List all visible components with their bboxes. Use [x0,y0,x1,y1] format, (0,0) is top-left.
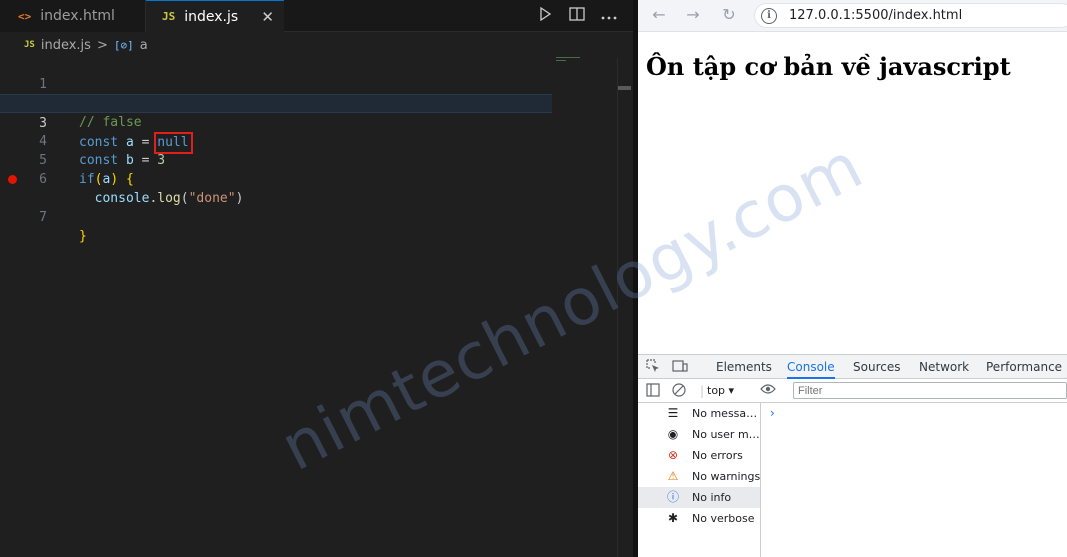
warning-icon: ⚠ [667,469,679,483]
sidebar-item-errors[interactable]: ⊗ No errors [638,445,760,466]
tab-sources[interactable]: Sources [853,355,900,379]
breakpoint-icon[interactable] [8,175,17,184]
code-line: 1 // &&, ||, ==, ===, !=, !== [0,56,636,111]
code-line-active: 3 const a = null [0,94,552,154]
code-line: 6 console.log("done") [0,151,636,206]
tab-elements[interactable]: Elements [716,355,772,379]
console-prompt[interactable]: › [770,406,775,420]
error-icon: ⊗ [667,448,679,462]
sidebar-toggle-icon[interactable] [646,383,660,400]
run-icon[interactable] [536,6,554,25]
url-text: 127.0.0.1:5500/index.html [789,8,963,23]
sidebar-item-label: No verbose [692,512,755,525]
breadcrumb-separator: > [96,37,108,53]
code-editor: <> index.html JS index.js ✕ JS index.js … [0,0,636,557]
breadcrumb-file[interactable]: index.js [41,38,91,53]
tab-index-html[interactable]: <> index.html [0,0,146,32]
info-icon: ⓘ [666,490,679,504]
reload-icon[interactable]: ↻ [718,4,740,26]
sidebar-item-messages[interactable]: ☰ No messa… [638,403,760,424]
tab-performance[interactable]: Performance [986,355,1062,379]
tab-label: index.js [184,8,239,25]
sidebar-item-label: No info [692,491,732,504]
html-file-icon: <> [18,9,32,23]
js-file-icon: JS [162,10,176,23]
list-icon: ☰ [667,406,679,420]
variable-symbol-icon: [⊘] [113,38,134,52]
code-line: 7 } [0,170,636,244]
devtools-panel: Elements Console Sources Network Perform… [638,354,1067,557]
user-icon: ◉ [667,427,679,441]
device-toolbar-icon[interactable] [672,359,688,375]
method: log [157,191,181,206]
sidebar-item-label: No user m… [692,428,760,441]
split-editor-icon[interactable] [568,7,586,25]
browser-window: ← → ↻ i 127.0.0.1:5500/index.html Ôn tập… [638,0,1067,557]
paren: ( [180,191,189,206]
editor-tab-bar: <> index.html JS index.js ✕ [0,0,636,32]
bug-icon: ✱ [667,511,679,525]
sidebar-item-user-messages[interactable]: ◉ No user m… [638,424,760,445]
live-expression-eye-icon[interactable] [760,383,776,398]
tab-network[interactable]: Network [919,355,969,379]
browser-toolbar: ← → ↻ i 127.0.0.1:5500/index.html [638,0,1067,32]
scrollbar-thumb[interactable] [618,86,631,90]
code-line: 4 const b = 3 [0,113,636,168]
sidebar-item-label: No warnings [692,470,760,483]
devtools-tab-bar: Elements Console Sources Network Perform… [638,355,1067,379]
minimap[interactable] [556,57,586,67]
editor-actions [536,0,618,32]
close-icon[interactable]: ✕ [261,8,274,26]
breadcrumb-symbol[interactable]: a [140,38,148,53]
toolbar-separator: | [700,384,705,398]
console-toolbar: | top ▾ [638,379,1067,403]
clear-console-icon[interactable] [672,383,686,400]
forward-arrow-icon[interactable]: → [682,4,704,26]
brace: } [79,229,87,244]
sidebar-item-label: No errors [692,449,743,462]
tab-label: index.html [40,8,115,24]
console-sidebar: ☰ No messa… ◉ No user m… ⊗ No errors ⚠ N… [638,403,761,557]
code-line: 2 // false [0,75,636,130]
filter-input[interactable] [793,382,1067,399]
code-line: 5 if(a) { [0,132,636,187]
code-content: console.log("done") [79,189,244,208]
site-info-icon[interactable]: i [761,7,777,24]
editor-scrollbar[interactable] [617,58,631,557]
object: console [94,191,150,206]
tab-index-js[interactable]: JS index.js ✕ [146,0,284,32]
line-number: 7 [39,210,47,225]
string-literal: "done" [188,191,236,206]
inspect-element-icon[interactable] [645,359,661,375]
breadcrumb: JS index.js > [⊘] a [24,35,148,55]
sidebar-item-verbose[interactable]: ✱ No verbose [638,508,760,529]
address-bar[interactable]: i 127.0.0.1:5500/index.html [754,3,1067,28]
tab-console[interactable]: Console [787,355,835,379]
sidebar-item-info[interactable]: ⓘ No info [638,487,760,508]
more-icon[interactable] [600,8,618,24]
paren: ) [235,191,244,206]
sidebar-item-label: No messa… [692,407,758,420]
sidebar-item-warnings[interactable]: ⚠ No warnings [638,466,760,487]
back-arrow-icon[interactable]: ← [648,4,670,26]
page-heading: Ôn tập cơ bản về javascript [646,52,1011,81]
code-area[interactable]: 1 // &&, ||, ==, ===, !=, !== 2 // false… [0,56,636,244]
js-file-icon: JS [24,40,35,50]
context-selector[interactable]: top ▾ [707,384,734,397]
